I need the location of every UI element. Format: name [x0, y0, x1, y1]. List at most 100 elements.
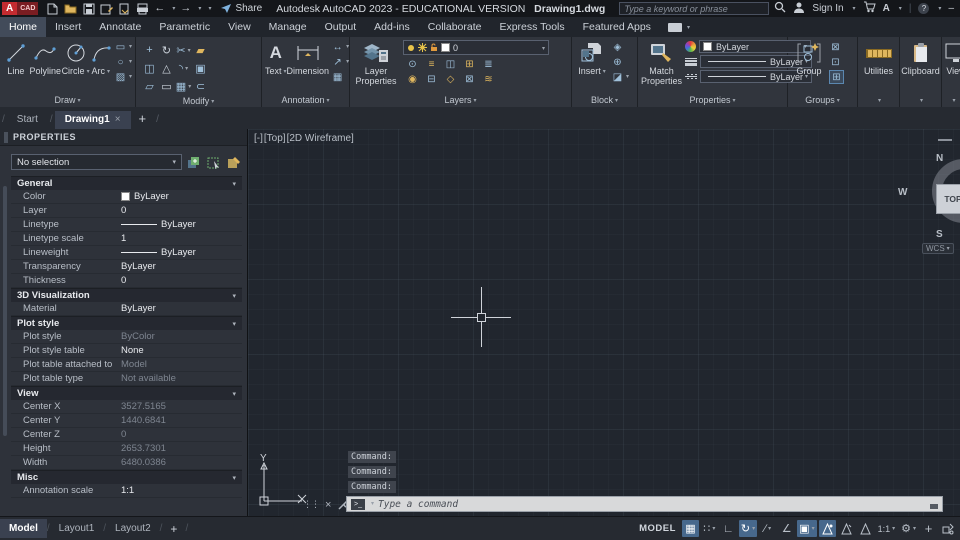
compass-south[interactable]: S: [936, 229, 943, 240]
group-selection-toggle[interactable]: ⊞: [829, 70, 844, 84]
grid-toggle[interactable]: ▦: [681, 520, 699, 537]
share-button[interactable]: Share: [220, 3, 262, 14]
palette-scrollbar[interactable]: [0, 146, 11, 516]
text-button[interactable]: A Text: [265, 40, 287, 77]
annotation-visibility-toggle[interactable]: [818, 520, 836, 537]
app-store-icon[interactable]: A: [883, 3, 890, 14]
minimize-button[interactable]: –: [948, 3, 954, 14]
line-button[interactable]: Line: [3, 40, 29, 76]
qat-customize-icon[interactable]: [206, 3, 211, 14]
palette-header[interactable]: PROPERTIES: [0, 129, 247, 146]
autocad-logo[interactable]: A CAD: [2, 2, 39, 15]
close-tab-icon[interactable]: ×: [115, 114, 121, 125]
command-grip-icon[interactable]: ⋮⋮: [303, 499, 320, 510]
ortho-toggle[interactable]: ∟: [720, 520, 737, 537]
snap-toggle[interactable]: ∷: [701, 520, 718, 537]
scale-icon[interactable]: ▭: [158, 77, 175, 95]
section-misc[interactable]: Misc ▾: [11, 470, 242, 484]
selection-dropdown[interactable]: No selection ▾: [11, 154, 182, 170]
panel-label-clipboard[interactable]: [900, 94, 941, 107]
undo-icon[interactable]: ←: [154, 2, 165, 15]
arc-button[interactable]: Arc: [90, 40, 112, 77]
panel-label-properties[interactable]: Properties: [638, 94, 787, 107]
leader-button[interactable]: ↗: [331, 55, 349, 69]
cart-icon[interactable]: [863, 1, 876, 16]
edit-block-button[interactable]: ⊕: [611, 55, 629, 69]
panel-label-draw[interactable]: Draw: [0, 94, 135, 107]
viewcube-top-face[interactable]: TOP: [936, 184, 960, 214]
create-block-button[interactable]: ◈: [611, 40, 629, 54]
redo-icon[interactable]: →: [180, 2, 191, 15]
search-icon[interactable]: [774, 1, 786, 16]
layer-dropdown[interactable]: 0: [403, 40, 549, 55]
model-space-indicator[interactable]: MODEL: [639, 523, 676, 534]
palette-grip[interactable]: [4, 131, 8, 143]
toggle-pickadd-icon[interactable]: [186, 155, 202, 170]
layer-thaw-all-icon[interactable]: ⊟: [422, 72, 441, 87]
layer-isolate-icon[interactable]: ⊙: [403, 57, 422, 72]
ellipse-button[interactable]: ○: [114, 55, 132, 69]
file-tab-drawing1[interactable]: Drawing1 ×: [54, 111, 131, 129]
open-folder-icon[interactable]: [64, 2, 77, 15]
dimension-button[interactable]: Dimension: [287, 40, 329, 76]
tab-insert[interactable]: Insert: [46, 17, 90, 37]
layer-off-icon[interactable]: ◫: [441, 57, 460, 72]
wcs-dropdown[interactable]: WCS: [922, 243, 954, 254]
panel-label-view[interactable]: [942, 94, 960, 107]
viewcube-home-icon[interactable]: [938, 139, 952, 141]
command-input[interactable]: [378, 498, 926, 510]
recent-commands-caret-icon[interactable]: [369, 495, 374, 513]
view-cube[interactable]: N W S TOP WCS: [890, 137, 960, 262]
file-tab-start[interactable]: Start: [7, 111, 48, 129]
rectangle-button[interactable]: ▭: [114, 40, 132, 54]
layer-unlock-tool-icon[interactable]: ⊠: [460, 72, 479, 87]
new-layout-button[interactable]: +: [162, 522, 185, 536]
tab-parametric[interactable]: Parametric: [150, 17, 219, 37]
isolate-objects-icon[interactable]: [939, 520, 956, 537]
erase-icon[interactable]: ▰: [192, 41, 209, 59]
tab-express-tools[interactable]: Express Tools: [490, 17, 573, 37]
stretch-icon[interactable]: ▱: [141, 77, 158, 95]
help-icon[interactable]: ?: [918, 3, 930, 14]
save-icon[interactable]: [82, 2, 95, 15]
tab-home[interactable]: Home: [0, 17, 47, 37]
user-icon[interactable]: [793, 1, 805, 16]
tab-view[interactable]: View: [219, 17, 260, 37]
view-button[interactable]: View: [945, 40, 960, 76]
utilities-button[interactable]: Utilities: [861, 40, 896, 76]
search-input[interactable]: [619, 2, 770, 15]
signin-caret-icon[interactable]: [851, 3, 856, 14]
transfer-icon[interactable]: [118, 2, 131, 15]
layer-lock-icon[interactable]: ⊞: [460, 57, 479, 72]
tab-annotate[interactable]: Annotate: [90, 17, 150, 37]
fillet-icon[interactable]: ◝: [175, 59, 192, 77]
viewport-visual-style-control[interactable]: [2D Wireframe]: [287, 133, 354, 144]
section-3d-visualization[interactable]: 3D Visualization ▾: [11, 288, 242, 302]
redo-caret-icon[interactable]: [196, 3, 201, 14]
polyline-button[interactable]: Polyline: [29, 40, 62, 76]
compass-west[interactable]: W: [898, 187, 907, 198]
plot-icon[interactable]: [136, 2, 149, 15]
help-caret-icon[interactable]: [936, 3, 941, 14]
compass-north[interactable]: N: [936, 153, 943, 164]
app-store-caret-icon[interactable]: [897, 3, 902, 14]
copy-icon[interactable]: ◫: [141, 59, 158, 77]
save-as-icon[interactable]: [100, 2, 114, 15]
status-plus-icon[interactable]: +: [920, 520, 937, 537]
object-snap-toggle[interactable]: ▣: [797, 520, 817, 537]
tab-manage[interactable]: Manage: [260, 17, 316, 37]
group-edit-button[interactable]: ⊡: [829, 55, 844, 69]
viewport-minimize-control[interactable]: [-]: [254, 133, 263, 144]
linear-dimension-button[interactable]: ↔: [331, 40, 349, 54]
annotation-scale-value[interactable]: 1:1: [876, 520, 898, 537]
scrollbar-thumb[interactable]: [3, 186, 7, 436]
annotation-scale-icon[interactable]: [857, 520, 874, 537]
rotate-icon[interactable]: ↻: [158, 41, 175, 59]
select-objects-icon[interactable]: [206, 155, 222, 170]
move-icon[interactable]: +: [141, 41, 158, 59]
layout2-tab[interactable]: Layout2: [106, 519, 160, 538]
object-snap-tracking-toggle[interactable]: ∠: [778, 520, 795, 537]
layer-match-icon[interactable]: ≣: [479, 57, 498, 72]
block-attributes-button[interactable]: ◪: [611, 70, 629, 84]
command-line[interactable]: >_: [346, 496, 943, 512]
